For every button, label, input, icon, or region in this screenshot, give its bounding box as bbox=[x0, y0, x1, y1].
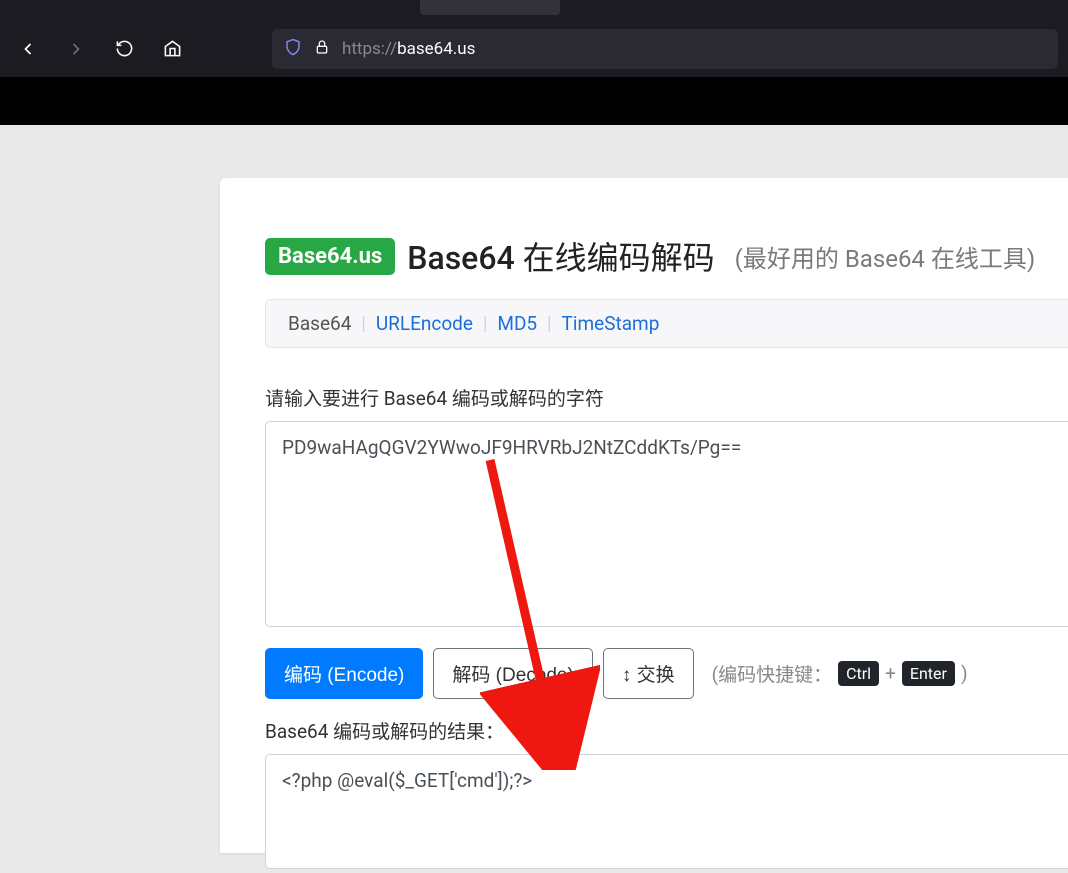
output-label: Base64 编码或解码的结果： bbox=[265, 717, 1068, 744]
lock-icon bbox=[314, 39, 330, 59]
url-text: https://base64.us bbox=[342, 39, 475, 59]
input-textarea[interactable] bbox=[265, 421, 1068, 627]
site-header-strip bbox=[0, 77, 1068, 125]
tab-md5[interactable]: MD5 bbox=[497, 312, 537, 335]
input-label: 请输入要进行 Base64 编码或解码的字符 bbox=[265, 384, 1068, 411]
url-domain: base64.us bbox=[397, 39, 475, 59]
tab-base64[interactable]: Base64 bbox=[288, 312, 351, 335]
back-button[interactable] bbox=[10, 31, 46, 67]
nav-separator: | bbox=[361, 313, 365, 334]
swap-button[interactable]: ↕ 交换 bbox=[603, 648, 694, 699]
output-textarea[interactable] bbox=[265, 754, 1068, 869]
nav-separator: | bbox=[547, 313, 551, 334]
page-background: Base64.us Base64 在线编码解码 (最好用的 Base64 在线工… bbox=[0, 125, 1068, 853]
kbd-ctrl: Ctrl bbox=[838, 661, 879, 686]
title-row: Base64.us Base64 在线编码解码 (最好用的 Base64 在线工… bbox=[265, 233, 1068, 279]
forward-button[interactable] bbox=[58, 31, 94, 67]
kbd-enter: Enter bbox=[902, 661, 955, 686]
shortcut-hint: (编码快捷键： Ctrl + Enter ) bbox=[712, 660, 968, 687]
tab-bar bbox=[0, 0, 1068, 20]
shield-icon bbox=[284, 38, 302, 60]
browser-toolbar: https://base64.us bbox=[0, 20, 1068, 77]
shortcut-label: (编码快捷键： bbox=[712, 660, 833, 687]
url-protocol: https:// bbox=[342, 39, 397, 59]
page-subtitle: (最好用的 Base64 在线工具) bbox=[735, 239, 1036, 274]
shortcut-plus: + bbox=[885, 662, 896, 685]
nav-separator: | bbox=[483, 313, 487, 334]
tab-placeholder bbox=[420, 0, 560, 15]
tab-urlencode[interactable]: URLEncode bbox=[376, 312, 473, 335]
nav-tabs: Base64 | URLEncode | MD5 | TimeStamp bbox=[265, 299, 1068, 348]
page-title: Base64 在线编码解码 bbox=[407, 233, 714, 279]
main-panel: Base64.us Base64 在线编码解码 (最好用的 Base64 在线工… bbox=[220, 178, 1068, 853]
browser-chrome: https://base64.us bbox=[0, 0, 1068, 77]
button-row: 编码 (Encode) 解码 (Decode) ↕ 交换 (编码快捷键： Ctr… bbox=[265, 648, 1068, 699]
brand-badge: Base64.us bbox=[265, 238, 395, 275]
home-button[interactable] bbox=[154, 31, 190, 67]
shortcut-close: ) bbox=[961, 662, 968, 685]
tab-timestamp[interactable]: TimeStamp bbox=[562, 312, 660, 335]
reload-button[interactable] bbox=[106, 31, 142, 67]
decode-button[interactable]: 解码 (Decode) bbox=[433, 648, 592, 699]
url-bar[interactable]: https://base64.us bbox=[272, 29, 1058, 69]
encode-button[interactable]: 编码 (Encode) bbox=[265, 648, 423, 699]
